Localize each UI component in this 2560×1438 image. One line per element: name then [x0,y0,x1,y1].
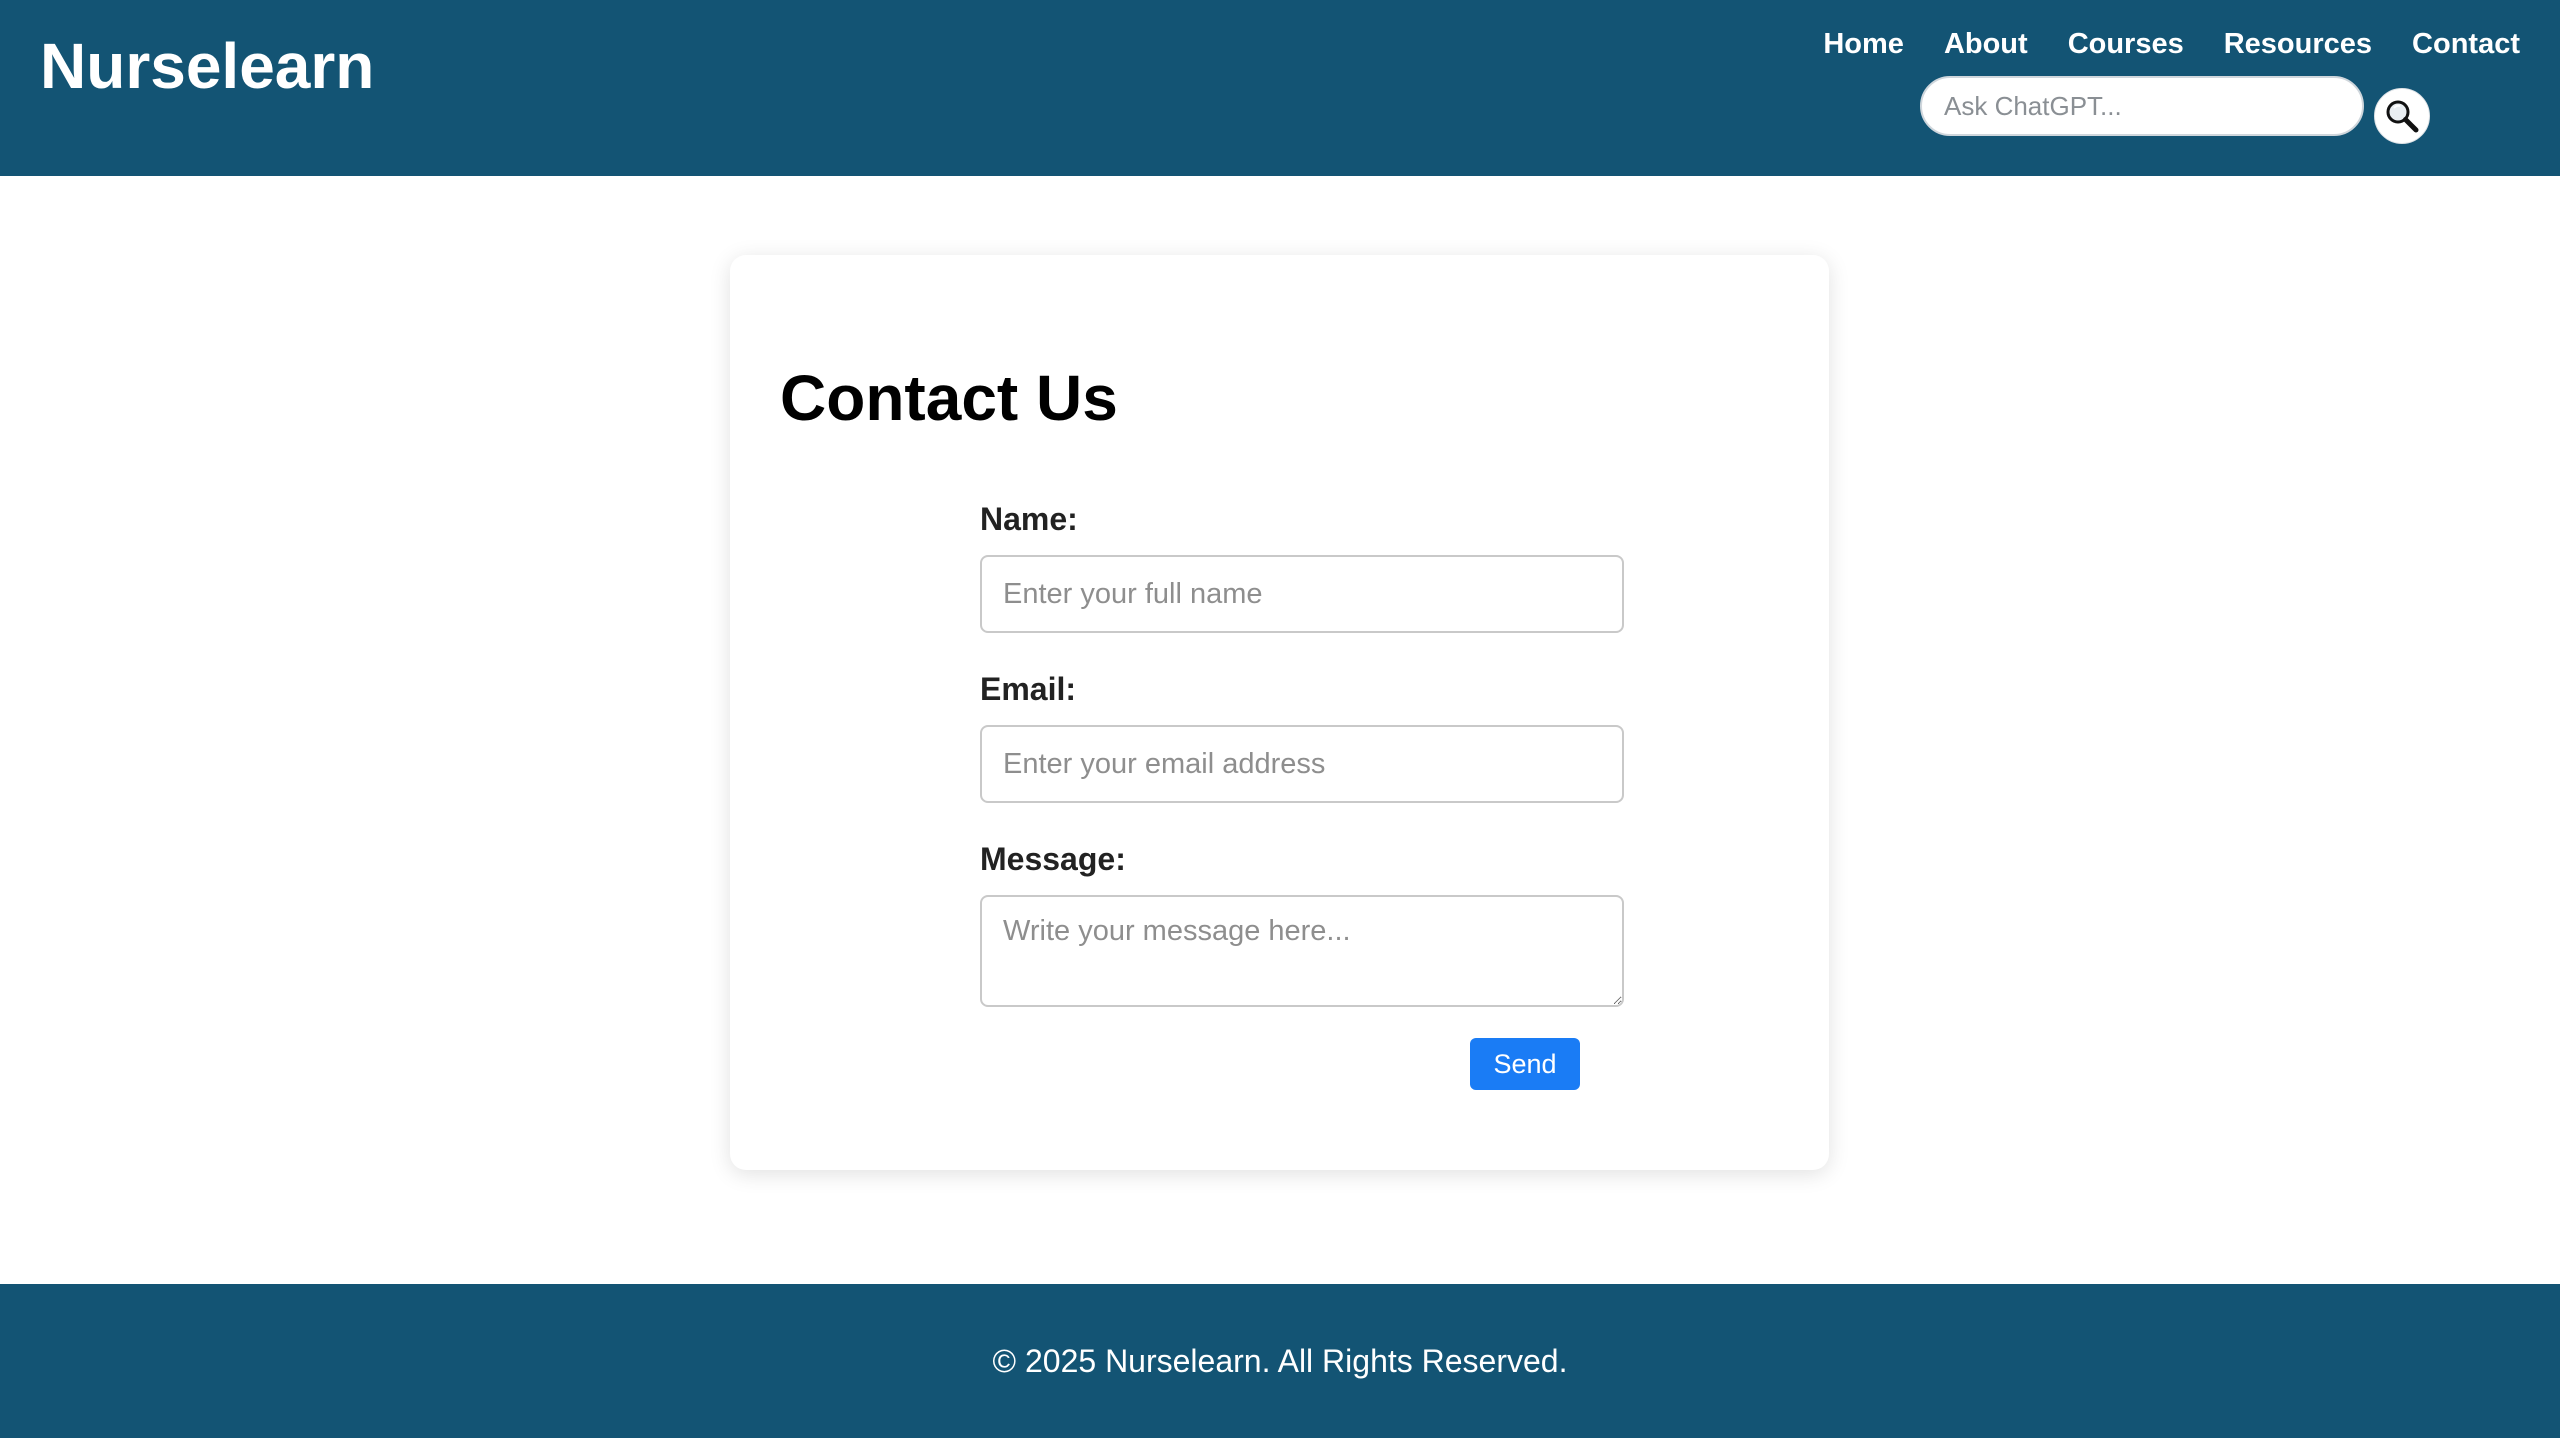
send-button[interactable]: Send [1470,1038,1580,1090]
page-title: Contact Us [780,362,1118,434]
nav-contact-link[interactable]: Contact [2412,24,2520,64]
name-label: Name: [980,501,1078,537]
name-field[interactable] [980,555,1624,633]
email-field[interactable] [980,725,1624,803]
nav-home-link[interactable]: Home [1823,24,1904,64]
nav-courses-link[interactable]: Courses [2068,24,2184,64]
search-icon [2386,100,2419,133]
message-field[interactable] [980,895,1624,1007]
site-logo[interactable]: Nurselearn [40,28,374,104]
copyright-text: © 2025 Nurselearn. All Rights Reserved. [992,1343,1568,1379]
contact-card: Contact Us Name: Email: Message: Send [730,255,1829,1170]
nav-about-link[interactable]: About [1944,24,2028,64]
site-header: Nurselearn Home About Courses Resources … [0,0,2560,176]
nav-resources-link[interactable]: Resources [2224,24,2372,64]
chatgpt-search-input[interactable] [1920,76,2364,136]
message-label: Message: [980,841,1126,877]
email-label: Email: [980,671,1077,707]
main-nav: Home About Courses Resources Contact [1823,24,2520,64]
search-button[interactable] [2374,88,2430,144]
site-footer: © 2025 Nurselearn. All Rights Reserved. [0,1284,2560,1438]
